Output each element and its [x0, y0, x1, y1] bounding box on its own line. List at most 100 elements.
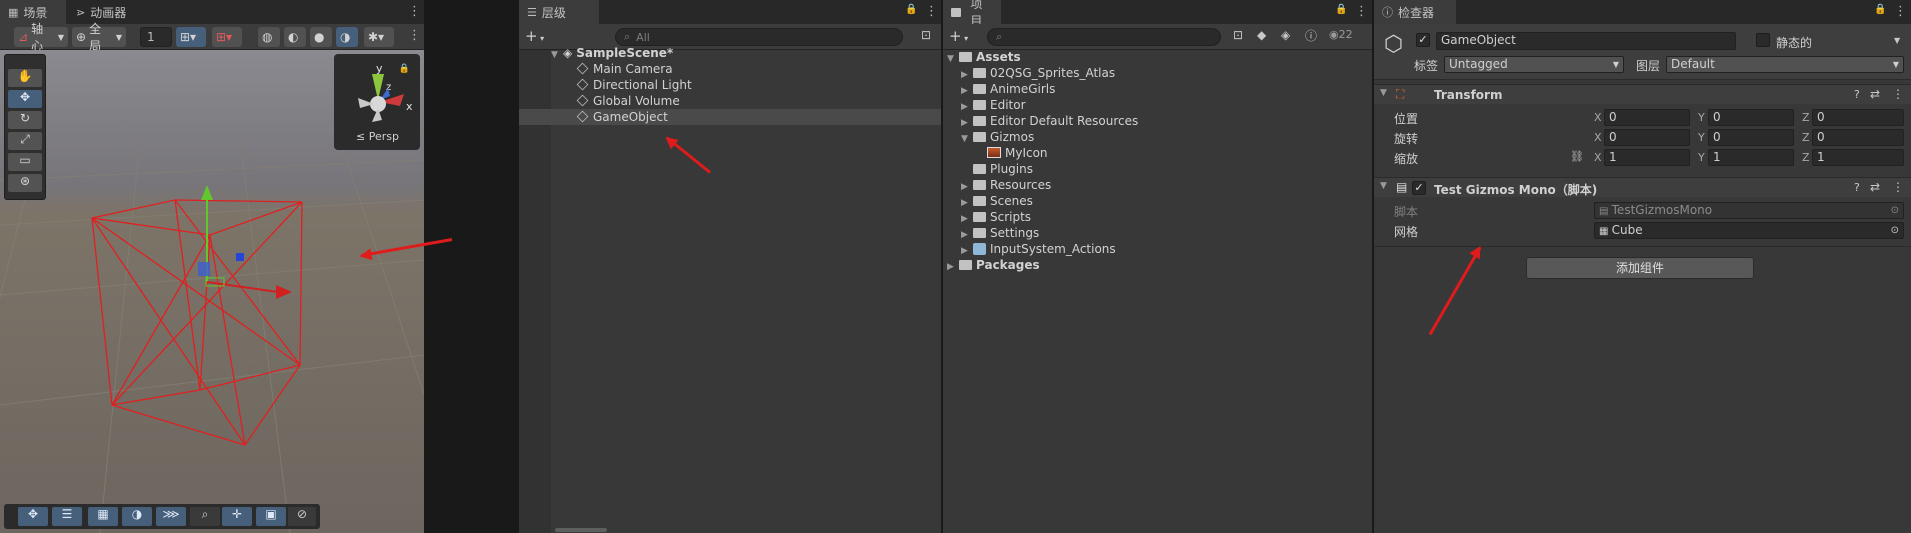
tree-item[interactable]: ▶ 02QSG_Sprites_Atlas: [961, 65, 1115, 81]
overlay-gizmos-button[interactable]: ⋙: [156, 507, 186, 526]
shading-wireframe-button[interactable]: ◍: [258, 27, 280, 47]
position-y-field[interactable]: 0: [1708, 109, 1794, 126]
shading-lit-button[interactable]: ◑: [336, 27, 358, 47]
expand-icon[interactable]: ▶: [947, 259, 959, 275]
expand-icon[interactable]: ▼: [947, 51, 959, 67]
overlay-move-button[interactable]: ✥: [18, 507, 48, 526]
tree-item[interactable]: ▶ Scripts: [961, 209, 1031, 225]
debug-draw-button[interactable]: ✱▾: [364, 27, 394, 47]
mesh-reference-field[interactable]: ▦ Cube ⊙: [1594, 222, 1904, 239]
type-filter-icon[interactable]: ◆: [1257, 28, 1266, 42]
transform-tool-button[interactable]: ⊛: [8, 174, 42, 192]
tree-item[interactable]: ▶ Resources: [961, 177, 1051, 193]
shading-solid-button[interactable]: ●: [310, 27, 332, 47]
foldout-icon[interactable]: ▼: [1380, 181, 1392, 191]
create-button[interactable]: + ▾: [525, 27, 544, 45]
position-x-field[interactable]: 0: [1604, 109, 1690, 126]
overlay-pivot-button[interactable]: ✛: [222, 507, 252, 526]
hierarchy-item-selected[interactable]: GameObject: [576, 109, 668, 125]
preset-icon[interactable]: ⇄: [1870, 87, 1880, 101]
filter-icon[interactable]: ⊡: [921, 28, 931, 42]
component-more-icon[interactable]: ⋮: [1892, 180, 1904, 194]
snap-button[interactable]: ⊞▾: [176, 27, 206, 47]
lock-icon[interactable]: 🔒: [1874, 4, 1886, 15]
overlay-search-button[interactable]: ⌕: [190, 507, 220, 526]
grid-size-field[interactable]: 1: [140, 27, 172, 47]
object-name-field[interactable]: GameObject: [1436, 32, 1736, 50]
tree-item[interactable]: ▶ Settings: [961, 225, 1039, 241]
overlay-lighting-button[interactable]: ◑: [122, 507, 152, 526]
more-icon[interactable]: ⋮: [1894, 4, 1907, 19]
add-component-button[interactable]: 添加组件: [1526, 257, 1754, 279]
persp-label[interactable]: ≤ Persp: [356, 130, 399, 143]
tree-item-packages[interactable]: ▶ Packages: [947, 257, 1040, 273]
overlay-camera-button[interactable]: ▣: [256, 507, 286, 526]
hierarchy-search-input[interactable]: ⌕ All: [615, 28, 903, 46]
tab-project[interactable]: 项目: [943, 0, 1001, 28]
transform-header[interactable]: ▼ ⛶ Transform ? ⇄ ⋮: [1374, 84, 1911, 104]
expand-icon[interactable]: ▼: [551, 47, 563, 63]
more-icon[interactable]: ⋮: [1355, 4, 1368, 19]
static-checkbox[interactable]: [1756, 33, 1770, 47]
grid-snap-button[interactable]: ⊞▾: [212, 27, 242, 47]
create-button[interactable]: + ▾: [949, 27, 968, 45]
orientation-gizmo[interactable]: 🔒 y z x ≤ Persp: [334, 54, 420, 150]
info-icon[interactable]: ⓘ: [1305, 27, 1317, 44]
tree-item[interactable]: ▶ AnimeGirls: [961, 81, 1055, 97]
scale-y-field[interactable]: 1: [1708, 149, 1794, 166]
tree-item[interactable]: ▶ InputSystem_Actions: [961, 241, 1116, 257]
label-filter-icon[interactable]: ◈: [1281, 28, 1290, 42]
project-search-input[interactable]: ⌕: [987, 28, 1221, 46]
preset-icon[interactable]: ⇄: [1870, 180, 1880, 194]
overlay-layout-button[interactable]: ☰: [52, 507, 82, 526]
tree-item[interactable]: Plugins: [973, 161, 1033, 177]
tab-inspector[interactable]: ⓘ 检查器: [1374, 0, 1456, 24]
hierarchy-item[interactable]: Global Volume: [576, 93, 680, 109]
lock-icon[interactable]: 🔒: [905, 4, 917, 15]
more-icon[interactable]: ⋮: [408, 4, 421, 19]
hierarchy-item[interactable]: Main Camera: [576, 61, 673, 77]
tag-dropdown[interactable]: Untagged ▼: [1444, 56, 1624, 73]
foldout-icon[interactable]: ▼: [1380, 88, 1392, 98]
shading-shaded-wire-button[interactable]: ◐: [284, 27, 306, 47]
rotation-x-field[interactable]: 0: [1604, 129, 1690, 146]
scale-tool-button[interactable]: ⤢: [8, 132, 42, 150]
rotate-tool-button[interactable]: ↻: [8, 111, 42, 129]
scene-viewport[interactable]: ✋ ✥ ↻ ⤢ ▭ ⊛ 🔒 y z x ≤ Persp ✥ ☰ ▦ ◑ ⋙ ⌕ …: [0, 50, 424, 533]
tree-item[interactable]: ▶ Editor Default Resources: [961, 113, 1138, 129]
scene-row[interactable]: ▼ ◈ SampleScene*: [551, 45, 673, 61]
hand-tool-button[interactable]: ✋: [8, 69, 42, 87]
overlay-grid-button[interactable]: ▦: [88, 507, 118, 526]
static-dropdown-icon[interactable]: ▼: [1894, 36, 1900, 45]
expand-icon[interactable]: ▼: [961, 131, 973, 147]
search-scope-icon[interactable]: ⊡: [1233, 28, 1243, 42]
scale-x-field[interactable]: 1: [1604, 149, 1690, 166]
pivot-dropdown[interactable]: ⊿ 轴心 ▼: [14, 22, 68, 53]
overlay-compass-button[interactable]: ⊘: [288, 507, 316, 526]
component-enabled-checkbox[interactable]: ✓: [1412, 181, 1426, 195]
rotation-y-field[interactable]: 0: [1708, 129, 1794, 146]
object-picker-icon[interactable]: ⊙: [1891, 223, 1899, 238]
hierarchy-item[interactable]: Directional Light: [576, 77, 692, 93]
component-more-icon[interactable]: ⋮: [1892, 87, 1904, 101]
tree-item-assets[interactable]: ▼ Assets: [947, 49, 1021, 65]
toolbar-more-icon[interactable]: ⋮: [408, 28, 421, 43]
rect-tool-button[interactable]: ▭: [8, 153, 42, 171]
help-icon[interactable]: ?: [1854, 88, 1860, 101]
layer-dropdown[interactable]: Default ▼: [1666, 56, 1904, 73]
tree-item[interactable]: MyIcon: [987, 145, 1048, 161]
position-z-field[interactable]: 0: [1812, 109, 1904, 126]
more-icon[interactable]: ⋮: [925, 4, 938, 19]
tree-item[interactable]: ▼ Gizmos: [961, 129, 1034, 145]
active-checkbox[interactable]: ✓: [1416, 33, 1430, 47]
tree-item[interactable]: ▶ Scenes: [961, 193, 1033, 209]
eye-icon[interactable]: ◉22: [1329, 28, 1353, 41]
scale-z-field[interactable]: 1: [1812, 149, 1904, 166]
rotation-z-field[interactable]: 0: [1812, 129, 1904, 146]
horizontal-scrollbar[interactable]: [555, 528, 607, 532]
help-icon[interactable]: ?: [1854, 181, 1860, 194]
tree-item[interactable]: ▶ Editor: [961, 97, 1026, 113]
constrain-proportions-icon[interactable]: ⛓: [1570, 150, 1584, 163]
lock-icon[interactable]: 🔒: [1335, 4, 1347, 15]
tab-hierarchy[interactable]: ☰ 层级: [519, 0, 599, 24]
